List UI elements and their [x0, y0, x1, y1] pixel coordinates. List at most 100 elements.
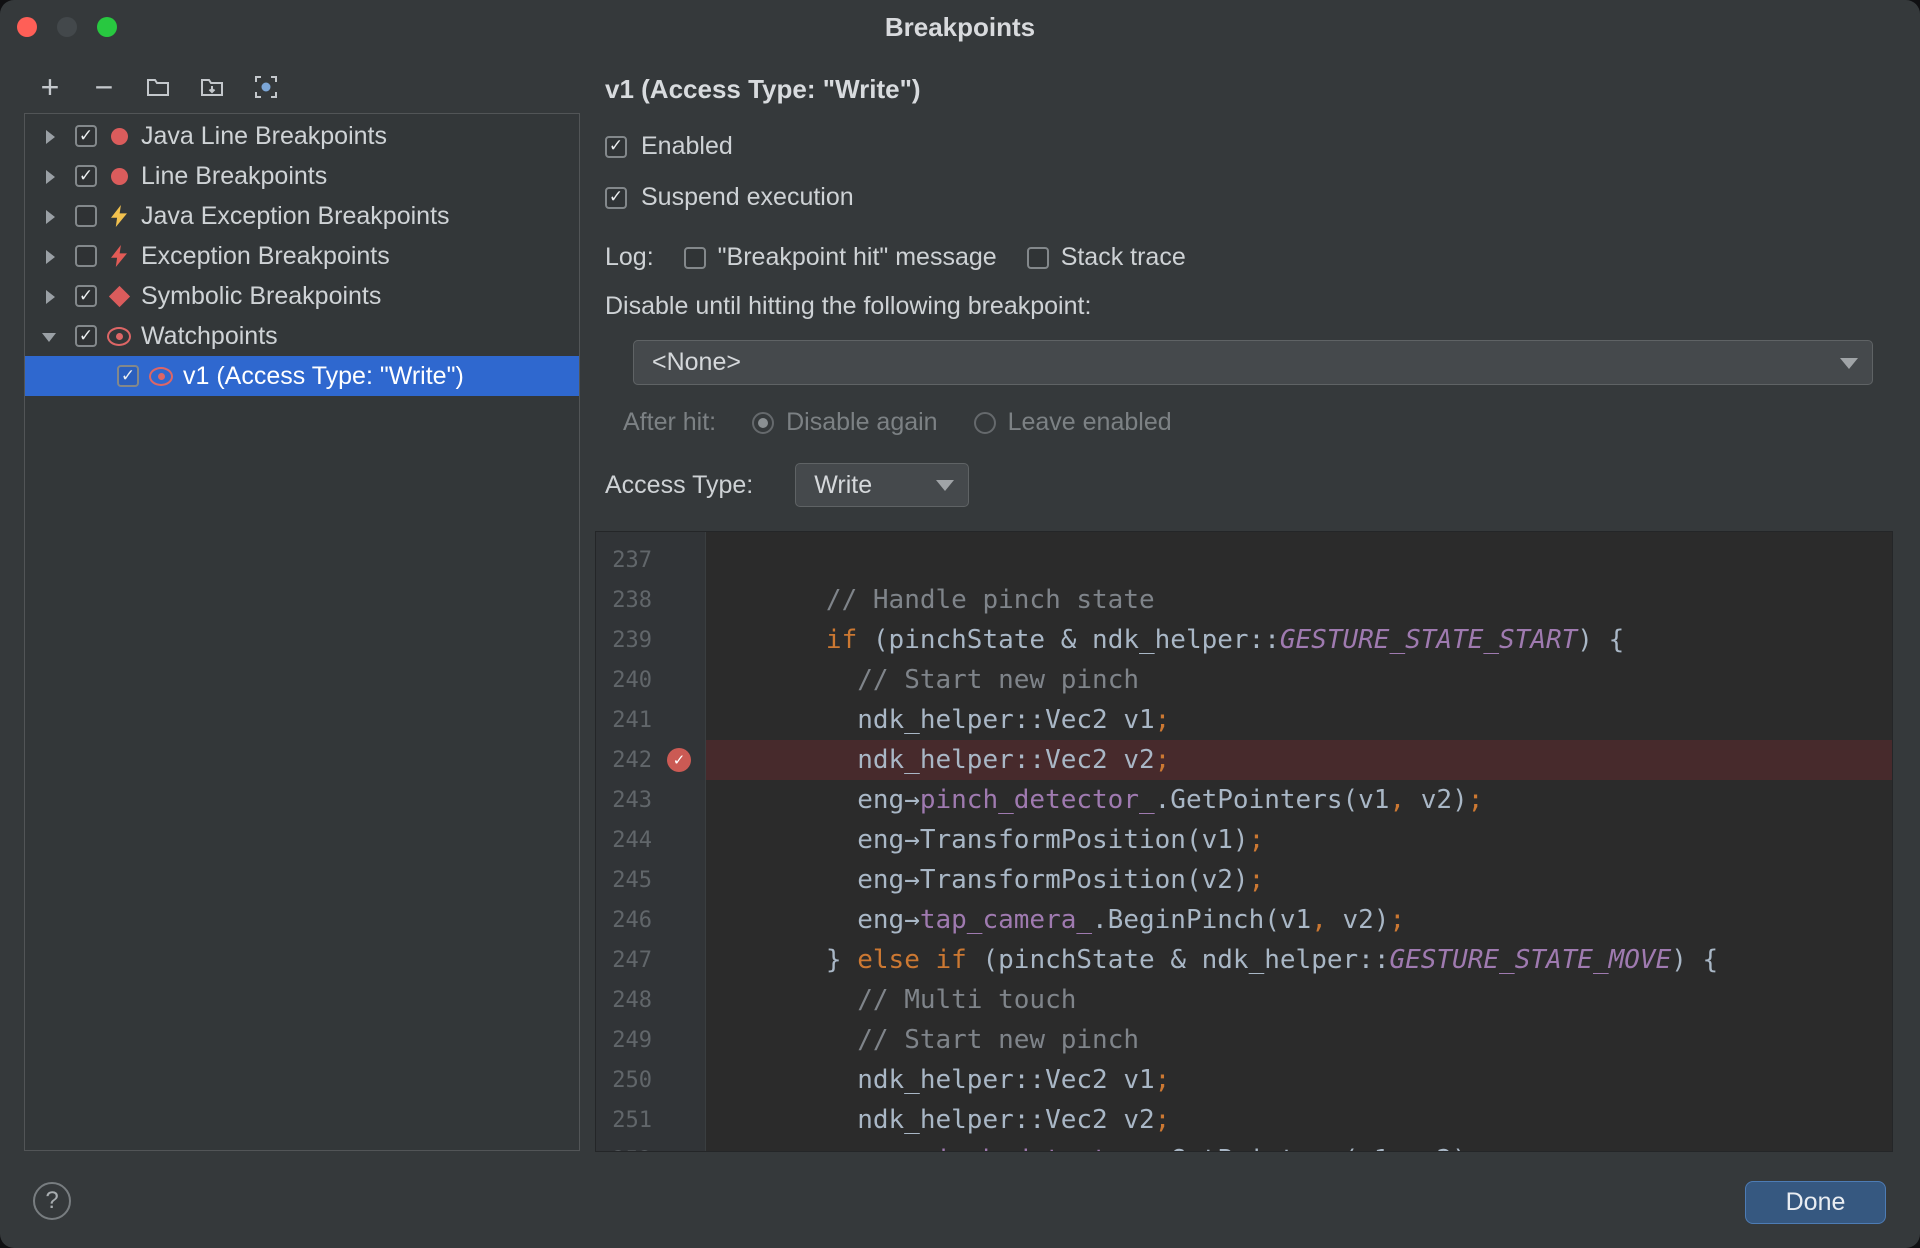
log-row: Log: "Breakpoint hit" message Stack trac…	[605, 243, 1186, 272]
log-label: Log:	[605, 243, 654, 271]
log-message-checkbox[interactable]	[683, 246, 706, 269]
checkbox[interactable]	[117, 365, 139, 387]
enabled-row: Enabled	[605, 132, 733, 161]
line-number: 243	[612, 787, 652, 813]
code-line: 244 eng→TransformPosition(v1);	[596, 820, 1892, 860]
target-breakpoint-icon	[255, 76, 277, 98]
line-number: 238	[612, 587, 652, 613]
line-breakpoint-icon	[107, 164, 131, 188]
line-number: 245	[612, 867, 652, 893]
code-editor[interactable]: 237 238 // Handle pinch state 239 if (pinc…	[595, 531, 1893, 1152]
done-button[interactable]: Done	[1745, 1181, 1886, 1224]
tree-item-exception-breakpoints[interactable]: Exception Breakpoints	[25, 236, 579, 276]
checkbox[interactable]	[75, 205, 97, 227]
remove-breakpoint-button[interactable]: −	[87, 70, 121, 104]
tree-item-java-line-breakpoints[interactable]: Java Line Breakpoints	[25, 116, 579, 156]
access-type-label: Access Type:	[605, 470, 754, 499]
chevron-right-icon[interactable]	[37, 124, 61, 148]
tree-item-watchpoint-v1[interactable]: v1 (Access Type: "Write")	[25, 356, 579, 396]
code-text: // Multi touch	[857, 985, 1077, 1015]
group-by-folder-button[interactable]	[141, 70, 175, 104]
disable-until-value: <None>	[652, 348, 741, 376]
chevron-right-icon[interactable]	[37, 164, 61, 188]
checkbox[interactable]	[75, 325, 97, 347]
watchpoint-eye-icon	[149, 364, 173, 388]
code-text: // Start new pinch	[857, 665, 1139, 695]
code-text: } else if (pinchState & ndk_helper::GEST…	[732, 945, 1719, 975]
access-type-dropdown[interactable]: Write	[795, 463, 970, 507]
chevron-down-icon[interactable]	[37, 324, 61, 348]
checkbox[interactable]	[75, 245, 97, 267]
enabled-checkbox[interactable]	[605, 135, 627, 158]
code-line: 248 // Multi touch	[596, 980, 1892, 1020]
exception-breakpoint-icon	[107, 204, 131, 228]
checkbox[interactable]	[75, 125, 97, 147]
code-line: 241 ndk_helper::Vec2 v1;	[596, 700, 1892, 740]
leave-enabled-radio[interactable]	[973, 411, 996, 434]
code-text: ndk_helper::Vec2 v2;	[732, 1105, 1171, 1135]
checkbox[interactable]	[75, 285, 97, 307]
code-line: 245 eng→TransformPosition(v2);	[596, 860, 1892, 900]
line-number: 249	[612, 1027, 652, 1053]
code-text: // Start new pinch	[857, 1025, 1139, 1055]
code-line: 249 // Start new pinch	[596, 1020, 1892, 1060]
code-line: 252 eng→pinch_detector_.GetPointers(v1, …	[596, 1140, 1892, 1152]
code-line: 250 ndk_helper::Vec2 v1;	[596, 1060, 1892, 1100]
log-stack-trace-checkbox[interactable]	[1026, 246, 1049, 269]
tree-item-label: Symbolic Breakpoints	[141, 281, 382, 310]
code-text: ndk_helper::Vec2 v2;	[732, 745, 1171, 775]
code-text: // Handle pinch state	[825, 585, 1155, 615]
code-line: 251 ndk_helper::Vec2 v2;	[596, 1100, 1892, 1140]
access-type-value: Write	[814, 470, 873, 499]
exception-breakpoint-icon	[107, 244, 131, 268]
help-button[interactable]: ?	[33, 1182, 71, 1220]
code-text: eng→tap_camera_.BeginPinch(v1, v2);	[732, 905, 1406, 935]
detail-title: v1 (Access Type: "Write")	[605, 74, 921, 104]
disable-again-radio[interactable]	[752, 411, 775, 434]
tree-item-java-exception-breakpoints[interactable]: Java Exception Breakpoints	[25, 196, 579, 236]
tree-item-label: v1 (Access Type: "Write")	[183, 361, 464, 390]
disable-again-label: Disable again	[786, 408, 938, 436]
code-line: 242 ✓ ndk_helper::Vec2 v2;	[596, 740, 1892, 780]
disable-until-dropdown[interactable]: <None>	[633, 340, 1873, 385]
tree-item-label: Watchpoints	[141, 321, 278, 350]
checkbox[interactable]	[75, 165, 97, 187]
access-type-row: Access Type: Write	[605, 463, 970, 507]
chevron-down-icon	[936, 480, 955, 491]
disable-until-label: Disable until hitting the following brea…	[605, 292, 1092, 320]
suspend-label: Suspend execution	[641, 183, 854, 211]
line-number: 250	[612, 1067, 652, 1093]
line-number: 252	[608, 1148, 652, 1152]
breakpoints-tree: Java Line Breakpoints Line Breakpoints J…	[24, 113, 580, 1151]
leave-enabled-label: Leave enabled	[1007, 408, 1172, 436]
suspend-row: Suspend execution	[605, 183, 854, 212]
chevron-right-icon[interactable]	[37, 204, 61, 228]
code-line: 240 // Start new pinch	[596, 660, 1892, 700]
line-number: 240	[612, 667, 652, 693]
suspend-checkbox[interactable]	[605, 186, 627, 209]
log-message-label: "Breakpoint hit" message	[717, 243, 997, 271]
tree-item-symbolic-breakpoints[interactable]: Symbolic Breakpoints	[25, 276, 579, 316]
code-line: 239 if (pinchState & ndk_helper::GESTURE…	[596, 620, 1892, 660]
code-text: if (pinchState & ndk_helper::GESTURE_STA…	[825, 625, 1625, 655]
line-number: 241	[612, 707, 652, 733]
folder-move-icon	[201, 79, 223, 96]
code-text: eng→TransformPosition(v2);	[732, 865, 1265, 895]
tree-item-label: Java Line Breakpoints	[141, 121, 387, 150]
line-number: 239	[612, 627, 652, 653]
chevron-right-icon[interactable]	[37, 244, 61, 268]
show-breakpoint-target-button[interactable]	[249, 70, 283, 104]
verified-breakpoint-icon[interactable]: ✓	[667, 748, 691, 772]
chevron-right-icon[interactable]	[37, 284, 61, 308]
gutter-icon-slot: ✓	[652, 748, 706, 772]
tree-item-watchpoints[interactable]: Watchpoints	[25, 316, 579, 356]
tree-item-line-breakpoints[interactable]: Line Breakpoints	[25, 156, 579, 196]
folder-icon	[147, 79, 169, 96]
tree-item-label: Java Exception Breakpoints	[141, 201, 450, 230]
after-hit-row: After hit: Disable again Leave enabled	[605, 408, 1172, 437]
after-hit-label: After hit:	[623, 408, 717, 436]
move-to-group-button[interactable]	[195, 70, 229, 104]
add-breakpoint-button[interactable]: +	[33, 70, 67, 104]
tree-item-label: Exception Breakpoints	[141, 241, 390, 270]
remove-icon: −	[94, 69, 114, 105]
